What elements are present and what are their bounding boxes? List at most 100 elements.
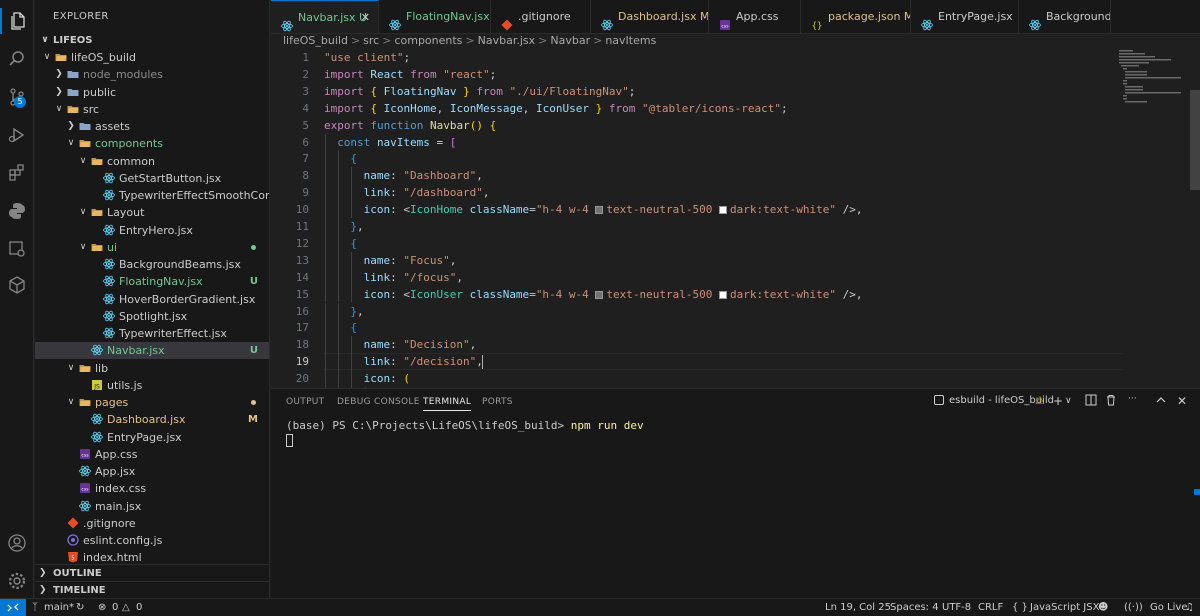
chevron-down-icon[interactable]: ∨ (1065, 396, 1072, 406)
breadcrumb-item[interactable]: Navbar (550, 34, 590, 47)
editor-scrollbar[interactable] (1188, 48, 1200, 388)
code-line[interactable]: { (350, 152, 357, 165)
panel-tab[interactable]: PORTS (482, 397, 513, 407)
panel-tab[interactable]: OUTPUT (286, 397, 324, 407)
notifications-bell-icon[interactable]: ♫ (1185, 599, 1194, 616)
color-swatch[interactable] (595, 206, 604, 215)
new-terminal-icon[interactable]: + (1053, 394, 1063, 408)
code-line[interactable]: }, (350, 305, 363, 318)
panel-tab[interactable]: TERMINAL (423, 397, 472, 411)
search-icon[interactable] (4, 46, 30, 72)
code-line[interactable]: { (350, 321, 357, 334)
code-line[interactable]: link: "/dashboard", (364, 186, 490, 199)
extensions-icon[interactable] (4, 160, 30, 186)
timeline-section[interactable]: ❯ TIMELINE (35, 581, 269, 598)
code-line[interactable]: export function Navbar() { (324, 119, 496, 132)
warning-icon[interactable]: ⚠ (1035, 394, 1045, 407)
python-icon[interactable] (4, 198, 30, 224)
settings-gear-icon[interactable] (4, 568, 30, 594)
code-line[interactable]: }, (350, 220, 363, 233)
more-actions-icon[interactable]: ··· (1128, 394, 1137, 404)
account-icon[interactable] (4, 530, 30, 556)
tree-item[interactable]: ❯ assets (35, 118, 269, 135)
remote-explorer-icon[interactable] (4, 236, 30, 262)
tree-item[interactable]: JS utils.js (35, 377, 269, 394)
workspace-root[interactable]: ∨ LIFEOS (35, 32, 269, 49)
tree-item[interactable]: ∨ src (35, 101, 269, 118)
tree-item[interactable]: FloatingNav.jsx U (35, 273, 269, 290)
tree-item[interactable]: ❯ public (35, 84, 269, 101)
warning-count[interactable]: 0 (136, 599, 142, 616)
language-mode[interactable]: JavaScript JSX (1030, 599, 1099, 616)
editor-tab[interactable]: FloatingNav.jsx U (379, 0, 491, 33)
scrollbar-thumb[interactable] (1190, 90, 1200, 190)
minimap[interactable] (1117, 48, 1187, 388)
editor-tab[interactable]: {} package.json M (801, 0, 911, 33)
breadcrumb-item[interactable]: navItems (605, 34, 656, 47)
terminal-output[interactable]: (base) PS C:\Projects\LifeOS\lifeOS_buil… (286, 419, 644, 432)
tree-item[interactable]: HoverBorderGradient.jsx (35, 291, 269, 308)
editor-tab[interactable]: Navbar.jsx U ✕ (271, 0, 379, 33)
tree-item[interactable]: eslint.config.js (35, 532, 269, 549)
close-tab-icon[interactable]: ✕ (361, 1, 370, 33)
tree-item[interactable]: ∨ Layout (35, 204, 269, 221)
tree-item[interactable]: css index.css (35, 480, 269, 497)
outline-section[interactable]: ❯ OUTLINE (35, 564, 269, 581)
explorer-icon[interactable] (0, 8, 34, 34)
tree-item[interactable]: ∨ components (35, 135, 269, 152)
error-count[interactable]: 0 (112, 599, 118, 616)
code-line[interactable]: const navItems = [ (337, 136, 456, 149)
editor-tab[interactable]: .gitignore (491, 0, 591, 33)
line-ending[interactable]: CRLF (978, 599, 1003, 616)
remote-indicator[interactable] (0, 599, 26, 616)
code-line[interactable]: name: "Focus", (364, 254, 457, 267)
code-line[interactable]: { (350, 237, 357, 250)
indentation[interactable]: Spaces: 4 (890, 599, 939, 616)
tree-item[interactable]: ❯ node_modules (35, 66, 269, 83)
encoding[interactable]: UTF-8 (942, 599, 971, 616)
code-line[interactable]: name: "Dashboard", (364, 169, 483, 182)
breadcrumb-item[interactable]: src (363, 34, 379, 47)
color-swatch[interactable] (719, 290, 728, 299)
copilot-icon[interactable]: ☻ (1098, 599, 1108, 616)
code-line[interactable]: icon: <IconUser className="h-4 w-4 text-… (364, 288, 863, 301)
color-swatch[interactable] (719, 206, 728, 215)
tree-item[interactable]: ∨ lib (35, 360, 269, 377)
editor-tab[interactable]: css App.css (709, 0, 801, 33)
code-line[interactable]: link: "/decision", (364, 355, 483, 368)
source-control-icon[interactable]: 5 (4, 84, 30, 110)
kill-terminal-icon[interactable] (1105, 394, 1117, 409)
containers-icon[interactable] (4, 272, 30, 298)
close-panel-icon[interactable]: ✕ (1177, 394, 1187, 408)
tree-item[interactable]: ∨ lifeOS_build (35, 49, 269, 66)
split-terminal-icon[interactable] (1085, 394, 1097, 409)
tree-item[interactable]: TypewriterEffect.jsx (35, 325, 269, 342)
tree-item[interactable]: Spotlight.jsx (35, 308, 269, 325)
sync-icon[interactable]: ↻ (76, 599, 84, 616)
editor-tab[interactable]: BackgroundBea (1019, 0, 1111, 33)
code-line[interactable]: import { FloatingNav } from "./ui/Floati… (324, 85, 635, 98)
tree-item[interactable]: EntryPage.jsx (35, 429, 269, 446)
tree-item[interactable]: ∨ ui (35, 239, 269, 256)
run-debug-icon[interactable] (4, 122, 30, 148)
branch-status[interactable]: main* (44, 599, 74, 616)
tree-item[interactable]: main.jsx (35, 498, 269, 515)
tree-item[interactable]: ∨ pages (35, 394, 269, 411)
code-line[interactable]: import React from "react"; (324, 68, 496, 81)
color-swatch[interactable] (595, 290, 604, 299)
tree-item[interactable]: .gitignore (35, 515, 269, 532)
code-line[interactable]: icon: ( (364, 372, 410, 385)
code-line[interactable]: name: "Decision", (364, 338, 477, 351)
cursor-position[interactable]: Ln 19, Col 25 (825, 599, 891, 616)
editor-tab[interactable]: Dashboard.jsx M (591, 0, 709, 33)
tree-item[interactable]: TypewriterEffectSmoothComp.jsx (35, 187, 269, 204)
tree-item[interactable]: Dashboard.jsx M (35, 411, 269, 428)
tree-item[interactable]: GetStartButton.jsx (35, 170, 269, 187)
tree-item[interactable]: css App.css (35, 446, 269, 463)
breadcrumb-item[interactable]: components (394, 34, 462, 47)
panel-tab[interactable]: DEBUG CONSOLE (337, 397, 420, 407)
tree-item[interactable]: EntryHero.jsx (35, 222, 269, 239)
code-line[interactable]: icon: <IconHome className="h-4 w-4 text-… (364, 203, 863, 216)
tree-item[interactable]: Navbar.jsx U (35, 342, 269, 360)
breadcrumb-item[interactable]: Navbar.jsx (478, 34, 536, 47)
